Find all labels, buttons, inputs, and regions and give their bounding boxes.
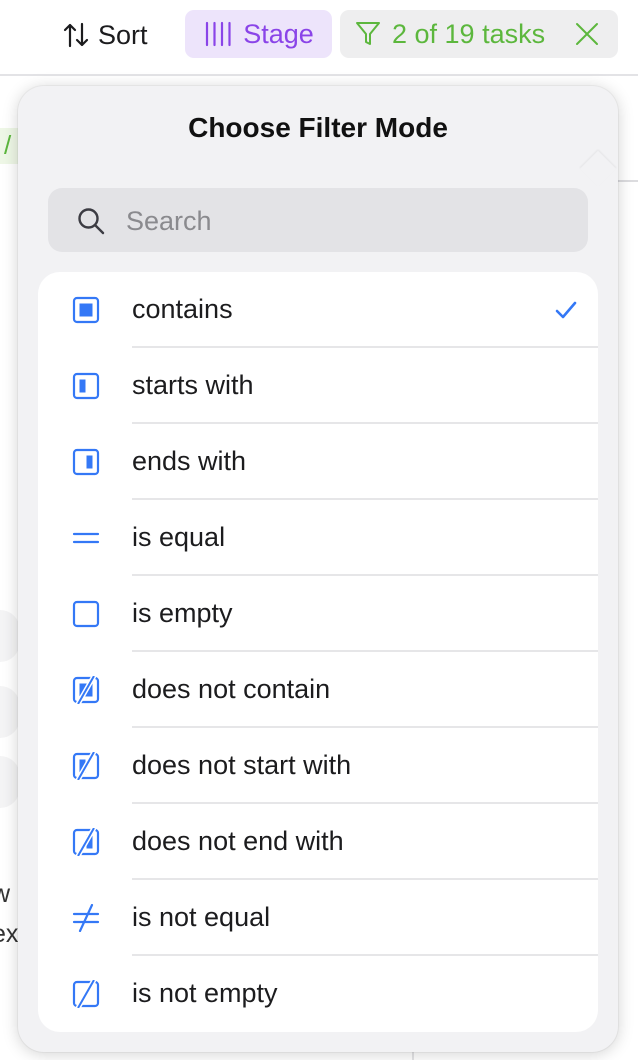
stage-label: Stage: [243, 18, 314, 49]
filter-option-is-not-equal[interactable]: is not equal: [38, 880, 598, 956]
funnel-icon: [356, 22, 380, 45]
filter-option-starts-with[interactable]: starts with: [38, 348, 598, 424]
option-label: does not end with: [132, 826, 344, 856]
option-label: is empty: [132, 598, 233, 628]
not-starts-with-icon: [72, 752, 100, 780]
starts-with-icon: [72, 372, 100, 400]
background-text-fragment: ex: [0, 920, 19, 948]
filter-button[interactable]: 2 of 19 tasks: [340, 10, 618, 58]
columns-icon: [206, 21, 231, 47]
search-input[interactable]: [124, 202, 568, 240]
stage-button[interactable]: Stage: [185, 10, 332, 58]
not-ends-with-icon: [72, 828, 100, 856]
toolbar-divider: [0, 74, 638, 76]
equal-icon: [72, 532, 100, 544]
option-label: is not equal: [132, 902, 271, 932]
background-task-checkbox: [0, 610, 20, 662]
sort-arrows-icon: [63, 22, 89, 48]
filter-option-does-not-end-with[interactable]: does not end with: [38, 804, 598, 880]
toolbar: Sort Stage 2 of 19 tasks: [0, 0, 638, 74]
option-label: is equal: [132, 522, 226, 552]
option-label: contains: [132, 294, 233, 324]
checkmark-icon: [555, 301, 577, 319]
filter-option-is-equal[interactable]: is equal: [38, 500, 598, 576]
sort-label: Sort: [98, 19, 148, 50]
filter-mode-popover: Choose Filter Mode contains s: [18, 86, 618, 1052]
background-tag-fragment: /: [0, 128, 20, 164]
filter-label: 2 of 19 tasks: [392, 18, 546, 49]
filter-option-does-not-start-with[interactable]: does not start with: [38, 728, 598, 804]
ends-with-icon: [72, 448, 100, 476]
popover-arrow: [579, 150, 617, 188]
search-field[interactable]: [48, 188, 588, 252]
close-icon[interactable]: [574, 21, 600, 47]
filter-option-contains[interactable]: contains: [38, 272, 598, 348]
option-label: does not contain: [132, 674, 331, 704]
option-label: is not empty: [132, 978, 278, 1008]
popover-title: Choose Filter Mode: [188, 112, 448, 143]
not-contains-icon: [72, 676, 100, 704]
filter-option-is-empty[interactable]: is empty: [38, 576, 598, 652]
not-empty-icon: [72, 980, 100, 1008]
filter-mode-list: contains starts with ends with is equal …: [38, 272, 598, 1032]
filter-option-does-not-contain[interactable]: does not contain: [38, 652, 598, 728]
background-text-fragment: w: [0, 880, 11, 908]
contains-icon: [72, 296, 100, 324]
filter-option-is-not-empty[interactable]: is not empty: [38, 956, 598, 1032]
background-task-checkbox: [0, 756, 20, 808]
empty-icon: [72, 600, 100, 628]
filter-option-ends-with[interactable]: ends with: [38, 424, 598, 500]
sort-button[interactable]: Sort: [62, 12, 148, 58]
option-label: starts with: [132, 370, 254, 400]
option-label: ends with: [132, 446, 247, 476]
not-equal-icon: [72, 904, 100, 932]
search-icon: [78, 208, 105, 235]
option-label: does not start with: [132, 750, 352, 780]
background-task-checkbox: [0, 686, 20, 738]
